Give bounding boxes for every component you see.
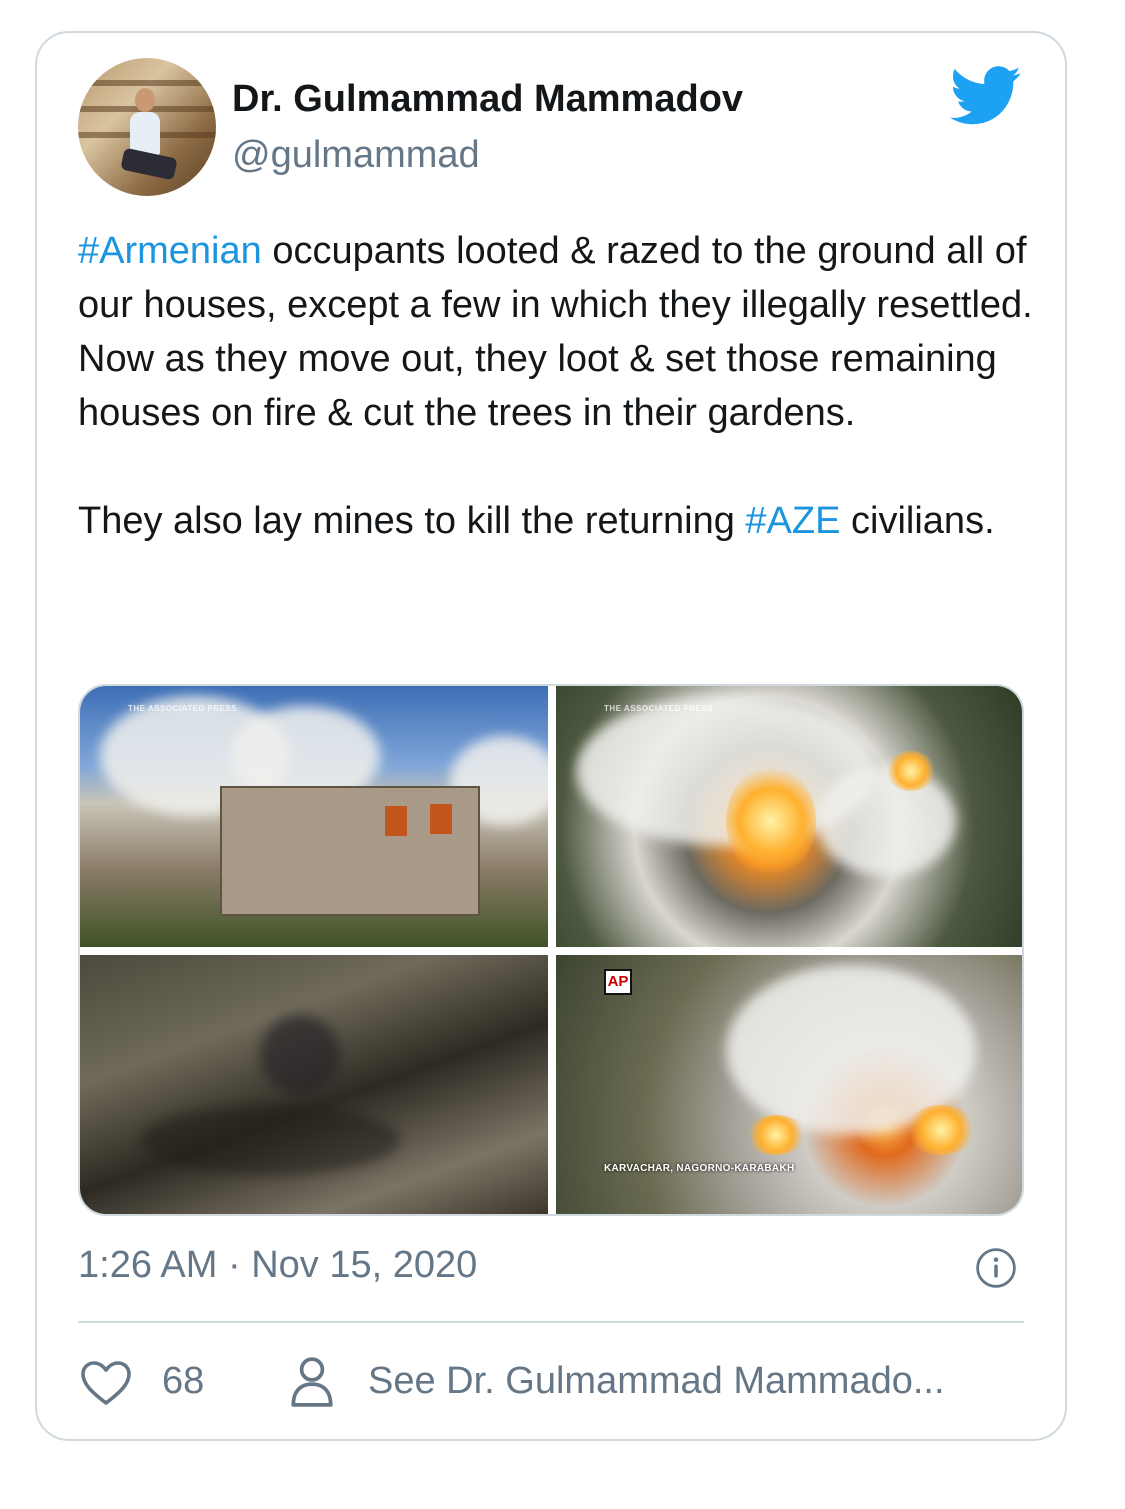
tweet-text: #Armenian occupants looted & razed to th… (78, 224, 1038, 548)
watermark: THE ASSOCIATED PRESS (604, 704, 714, 713)
watermark: THE ASSOCIATED PRESS (128, 704, 238, 713)
heart-icon[interactable] (80, 1360, 132, 1406)
see-profile-link[interactable]: See Dr. Gulmammad Mammado... (368, 1360, 945, 1403)
ap-logo: AP (604, 969, 632, 995)
tweet-text-part-2: civilians. (840, 500, 995, 542)
hashtag-aze[interactable]: #AZE (745, 500, 840, 542)
tweet-text-part-1: occupants looted & razed to the ground a… (78, 230, 1033, 542)
like-count[interactable]: 68 (162, 1360, 204, 1403)
media-grid: THE ASSOCIATED PRESS THE ASSOCIATED PRES… (78, 684, 1024, 1216)
media-photo-house-fire-aerial[interactable]: THE ASSOCIATED PRESS (556, 686, 1022, 947)
media-photo-village-fire[interactable]: AP KARVACHAR, NAGORNO-KARABAKH (556, 955, 1022, 1214)
author-display-name[interactable]: Dr. Gulmammad Mammadov (232, 78, 743, 121)
author-handle[interactable]: @gulmammad (232, 134, 480, 177)
person-icon[interactable] (289, 1356, 335, 1408)
media-photo-cut-trees[interactable] (80, 955, 548, 1214)
media-photo-burning-house[interactable]: THE ASSOCIATED PRESS (80, 686, 548, 947)
hashtag-armenian[interactable]: #Armenian (78, 230, 262, 272)
photo-caption: KARVACHAR, NAGORNO-KARABAKH (604, 1163, 795, 1174)
tweet-timestamp[interactable]: 1:26 AM · Nov 15, 2020 (78, 1244, 477, 1287)
twitter-bird-icon[interactable] (950, 66, 1022, 126)
avatar[interactable] (78, 58, 216, 196)
info-icon[interactable] (975, 1247, 1017, 1289)
divider (78, 1321, 1024, 1323)
